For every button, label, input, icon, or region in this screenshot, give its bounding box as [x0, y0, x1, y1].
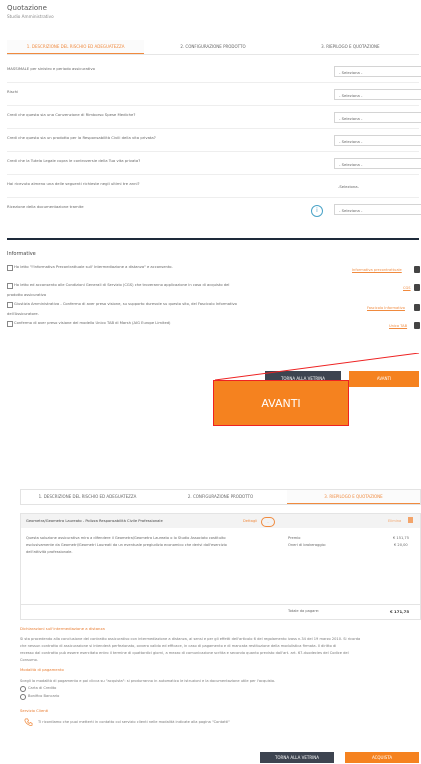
question-label: Ricezione della documentazione tramite [7, 204, 84, 209]
question-row: Ricezione della documentazione tramite -… [7, 200, 421, 220]
dichiarazioni-heading: Dichiarazioni sull'intermediazione a dis… [20, 626, 105, 631]
pagamento-text: Scegli la modalità di pagamento e poi cl… [20, 679, 276, 683]
radio-bonifico[interactable] [20, 694, 26, 700]
remove-link[interactable]: Elimina [388, 519, 401, 523]
pdf-icon[interactable] [414, 266, 420, 273]
link-cgs[interactable]: CGS [403, 286, 411, 290]
tab-riepilogo[interactable]: 3. RIEPILOGO E QUOTAZIONE [287, 490, 420, 504]
tab-riepilogo[interactable]: 3. RIEPILOGO E QUOTAZIONE [282, 40, 419, 54]
responsabilita-select[interactable]: - Seleziona -⌄ [334, 135, 421, 146]
tab-descrizione[interactable]: 1. DESCRIZIONE DEL RISCHIO ED ADEGUATEZZ… [21, 490, 154, 504]
info-icon[interactable]: i [311, 205, 323, 217]
link-informativa[interactable]: Informativa precontrattuale [352, 268, 402, 272]
details-link[interactable]: Dettagli [243, 519, 257, 523]
checkbox-informativa[interactable] [7, 265, 13, 271]
select-value: - Seleziona - [339, 139, 363, 144]
zoomed-next-button[interactable]: AVANTI [213, 380, 349, 426]
tab-text: Confermo di aver preso visione del model… [14, 321, 171, 325]
servizio-heading: Servizio Clienti [20, 708, 49, 713]
rischi-select[interactable]: - Seleziona -⌄ [334, 89, 421, 100]
radio-bonifico-label: Bonifico Bancario [28, 694, 60, 698]
question-row: Rischi - Seleziona -⌄ [7, 85, 421, 106]
product-name: Geometra/Geometra Laureato - Polizza Res… [26, 519, 163, 523]
total-label: Totale da pagare: [288, 609, 320, 613]
checkbox-fascicolo[interactable] [7, 302, 13, 308]
select-value: - Seleziona - [339, 208, 363, 213]
trash-icon[interactable] [408, 517, 413, 523]
informativa-text: Ho letto "l'Informativa Precontrattuale … [14, 265, 173, 269]
oneri-label: Oneri di brokeraggio: [288, 543, 327, 547]
question-label: MASSIMALE per sinistro e periodo assicur… [7, 66, 95, 71]
pdf-icon[interactable] [414, 284, 420, 291]
richieste-select[interactable]: -Seleziona- [334, 181, 421, 192]
radio-carta-label: Carta di Credito [28, 686, 57, 690]
radio-carta[interactable] [20, 686, 26, 692]
question-label: Credi che questo sia un prodotto per la … [7, 135, 156, 140]
section-divider [7, 238, 419, 240]
question-row: Credi che questo sia un prodotto per la … [7, 131, 421, 152]
cgs-text-cont: prodotto assicurativo [7, 293, 47, 297]
question-label: Hai ricevuto almeno una delle seguenti r… [7, 181, 140, 186]
question-label: Rischi [7, 89, 19, 94]
page-title: Quotazione [7, 4, 47, 12]
massimale-select[interactable]: - Seleziona -⌄ [334, 66, 421, 77]
pdf-icon[interactable] [414, 322, 420, 329]
select-value: - Seleziona - [339, 70, 363, 75]
back-to-showcase-button[interactable]: TORNA ALLA VETRINA [260, 752, 334, 763]
product-desc-3: dell'attività professionale. [26, 550, 73, 554]
question-row: Credi che la Tutela Legale copra le cont… [7, 154, 421, 175]
question-row: Credi che questa sia una Convenzione di … [7, 108, 421, 129]
tab-configurazione[interactable]: 2. CONFIGURAZIONE PRODOTTO [154, 490, 287, 504]
question-label: Credi che la Tutela Legale copra le cont… [7, 158, 141, 163]
question-row: Hai ricevuto almeno una delle seguenti r… [7, 177, 421, 198]
callout-line [215, 353, 420, 381]
cgs-text: Ho letto ed acconsento alle Condizioni G… [14, 283, 230, 287]
fascicolo-text: Giustizia Amministrativa - Confermo di a… [14, 302, 237, 306]
step-tabs-summary: 1. DESCRIZIONE DEL RISCHIO ED ADEGUATEZZ… [20, 489, 421, 505]
informative-heading: Informative [7, 251, 36, 257]
ricezione-select[interactable]: - Seleziona -⌄ [334, 204, 421, 215]
step-tabs: 1. DESCRIZIONE DEL RISCHIO ED ADEGUATEZZ… [7, 40, 419, 55]
tutela-legale-select[interactable]: - Seleziona -⌄ [334, 158, 421, 169]
summary-panel: Geometra/Geometra Laureato - Polizza Res… [20, 513, 421, 620]
select-value: - Seleziona - [339, 93, 363, 98]
product-desc-1: Questa soluzione assicurativa mira a dif… [26, 536, 226, 540]
page-subtitle: Studio Amministrativo [7, 14, 54, 19]
select-value: -Seleziona- [338, 184, 359, 189]
details-toggle-icon[interactable]: - [261, 517, 275, 527]
pdf-icon[interactable] [414, 304, 420, 311]
dichiarazioni-line: Consumo. [20, 658, 38, 662]
question-row: MASSIMALE per sinistro e periodo assicur… [7, 62, 421, 83]
checkbox-cgs[interactable] [7, 283, 13, 289]
total-value: € 171,75 [390, 609, 410, 614]
fascicolo-text-cont: dell'Assicuratore. [7, 312, 39, 316]
buy-button[interactable]: ACQUISTA [345, 752, 419, 763]
dichiarazioni-line: che nessun contratto di assicurazione si… [20, 644, 337, 648]
dichiarazioni-line: recesso dal contratto può essere esercit… [20, 651, 349, 655]
convenzione-select[interactable]: - Seleziona -⌄ [334, 112, 421, 123]
dichiarazioni-line: Si sta procedendo alla conclusione del c… [20, 637, 361, 641]
select-value: - Seleziona - [339, 162, 363, 167]
checkbox-tab[interactable] [7, 321, 13, 327]
select-value: - Seleziona - [339, 116, 363, 121]
link-fascicolo[interactable]: Fascicolo Informativo [367, 306, 405, 310]
product-desc-2: esclusivamente da Geometri/Geometri Laur… [26, 543, 227, 547]
link-unico-tab[interactable]: Unico TAB [389, 324, 407, 328]
question-label: Credi che questa sia una Convenzione di … [7, 112, 136, 117]
total-divider [21, 604, 420, 605]
premio-value: € 151,75 [393, 536, 410, 540]
pagamento-heading: Modalità di pagamento [20, 667, 64, 672]
servizio-text: Ti ricordiamo che puoi metterti in conta… [38, 720, 230, 724]
oneri-value: € 20,00 [394, 543, 408, 547]
tab-configurazione[interactable]: 2. CONFIGURAZIONE PRODOTTO [144, 40, 281, 54]
premio-label: Premio [288, 536, 301, 540]
tab-descrizione[interactable]: 1. DESCRIZIONE DEL RISCHIO ED ADEGUATEZZ… [7, 40, 145, 54]
phone-icon [24, 718, 33, 727]
